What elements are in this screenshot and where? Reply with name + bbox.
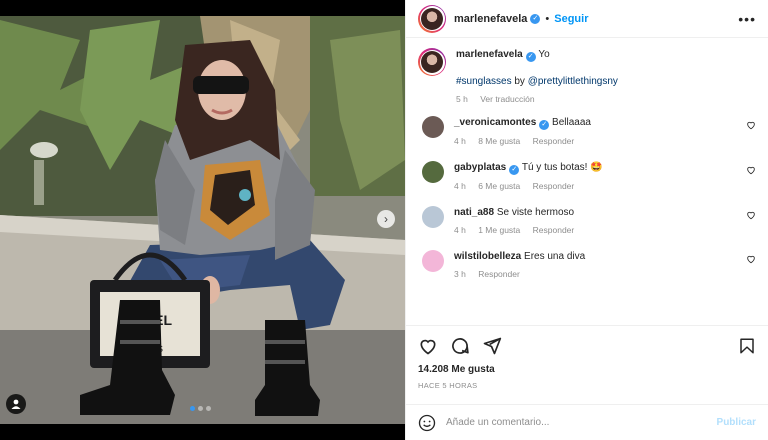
caption-text: Yo [538, 49, 550, 60]
chevron-right-icon: › [384, 212, 388, 226]
comment-text: Eres una diva [524, 251, 586, 262]
tagged-users-button[interactable] [6, 394, 26, 414]
heart-icon[interactable] [418, 336, 438, 356]
publish-button[interactable]: Publicar [717, 417, 756, 428]
see-translation-link[interactable]: Ver traducción [480, 94, 534, 104]
instagram-post-modal: CH EL RIS › [0, 0, 768, 440]
media-letterbox-bottom [0, 424, 405, 440]
post-caption: marlenefavela ✓ Yo #sunglasses by @pretty… [418, 48, 756, 106]
commenter-avatar[interactable] [422, 206, 444, 228]
caption-username[interactable]: marlenefavela [456, 49, 523, 60]
comment-item: wilstilobelleza Eres una diva 3 h Respon… [418, 250, 756, 281]
comment-item: _veronicamontes ✓ Bellaaaa 4 h 8 Me gusta… [418, 116, 756, 148]
follow-button[interactable]: Seguir [554, 13, 588, 25]
caption-meta: 5 h Ver traducción [456, 93, 618, 106]
user-tag-icon [11, 399, 21, 409]
bookmark-icon[interactable] [738, 336, 756, 356]
separator: • [545, 12, 550, 25]
comment-input[interactable]: Añade un comentario... [446, 417, 717, 428]
post-sidebar: marlenefavela ✓ • Seguir ••• marlenefave… [405, 0, 768, 440]
comment-likes[interactable]: 8 Me gusta [478, 136, 520, 146]
photo-woman-sitting-on-ledge: CH EL RIS [0, 0, 405, 440]
carousel-dot-1 [190, 406, 195, 411]
comment-reply-button[interactable]: Responder [533, 225, 575, 235]
send-icon[interactable] [482, 336, 502, 356]
comment-icon[interactable] [450, 336, 470, 356]
carousel-dot-2 [198, 406, 203, 411]
commenter-avatar[interactable] [422, 250, 444, 272]
comment-username[interactable]: wilstilobelleza [454, 251, 521, 262]
comment-age: 4 h [454, 136, 466, 146]
comment-username[interactable]: gabyplatas [454, 162, 506, 173]
caption-body: marlenefavela ✓ Yo #sunglasses by @pretty… [456, 48, 618, 106]
comment-username[interactable]: _veronicamontes [454, 117, 536, 128]
likes-count[interactable]: 14.208 Me gusta [418, 364, 756, 375]
comment-item: nati_a88 Se viste hermoso 4 h 1 Me gusta… [418, 206, 756, 237]
carousel-indicator [190, 406, 211, 411]
heart-icon[interactable] [746, 165, 756, 175]
comment-username[interactable]: nati_a88 [454, 207, 494, 218]
comment-text: Se viste hermoso [496, 207, 575, 218]
comment-text: Tú y tus botas! 🤩 [521, 162, 603, 173]
comment-reply-button[interactable]: Responder [533, 136, 575, 146]
commenter-avatar[interactable] [422, 161, 444, 183]
caption-mention-link[interactable]: @prettylittlethingsny [528, 76, 618, 87]
verified-badge-icon: ✓ [539, 120, 550, 130]
verified-badge-icon: ✓ [509, 165, 520, 175]
caption-author-avatar[interactable] [418, 48, 446, 76]
comments-list[interactable]: marlenefavela ✓ Yo #sunglasses by @pretty… [406, 38, 768, 325]
comment-item: gabyplatas ✓ Tú y tus botas! 🤩 4 h 6 Me g… [418, 161, 756, 193]
carousel-next-button[interactable]: › [377, 210, 395, 228]
comment-reply-button[interactable]: Responder [478, 269, 520, 279]
commenter-avatar[interactable] [422, 116, 444, 138]
caption-age: 5 h [456, 94, 468, 104]
heart-icon[interactable] [746, 120, 756, 130]
comment-age: 3 h [454, 269, 466, 279]
comment-age: 4 h [454, 181, 466, 191]
author-username[interactable]: marlenefavela [454, 13, 527, 25]
heart-icon[interactable] [746, 254, 756, 264]
author-avatar[interactable] [418, 4, 446, 33]
comment-reply-button[interactable]: Responder [533, 181, 575, 191]
comment-likes[interactable]: 6 Me gusta [478, 181, 520, 191]
comment-text: Bellaaaa [552, 117, 591, 128]
post-header: marlenefavela ✓ • Seguir ••• [406, 0, 768, 38]
carousel-dot-3 [206, 406, 211, 411]
post-actions: 14.208 Me gusta HACE 5 HORAS [406, 325, 768, 394]
comment-likes[interactable]: 1 Me gusta [478, 225, 520, 235]
comment-age: 4 h [454, 225, 466, 235]
media-letterbox-top [0, 0, 405, 16]
caption-by-text: by [511, 76, 528, 87]
verified-badge-icon: ✓ [525, 52, 536, 62]
smiley-icon[interactable] [418, 414, 436, 432]
heart-icon[interactable] [746, 210, 756, 220]
comment-composer: Añade un comentario... Publicar [406, 404, 768, 440]
post-image[interactable]: CH EL RIS › [0, 0, 405, 440]
caption-hashtag-link[interactable]: #sunglasses [456, 76, 512, 87]
more-options-button[interactable]: ••• [738, 11, 756, 27]
post-timestamp: HACE 5 HORAS [418, 381, 478, 390]
verified-badge-icon: ✓ [530, 13, 541, 24]
